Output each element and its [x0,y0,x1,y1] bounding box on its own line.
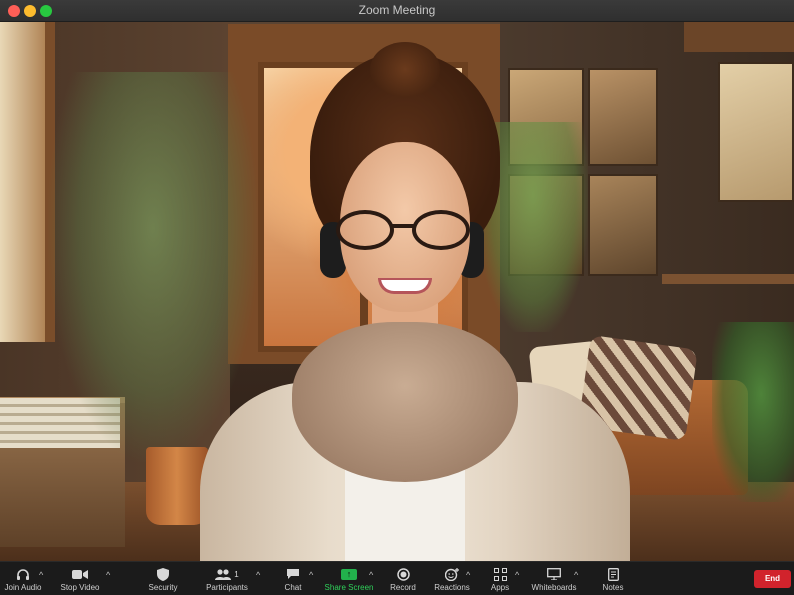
share-arrow-icon: ↑ [341,565,357,583]
background-plant [712,322,794,502]
stop-video-button[interactable]: Stop Video [58,562,102,595]
reactions-options-chevron-icon[interactable]: ^ [466,570,470,580]
apps-icon [493,565,507,583]
participants-options-chevron-icon[interactable]: ^ [256,570,260,580]
reactions-button[interactable]: Reactions [434,562,470,595]
record-button[interactable]: Record [388,562,418,595]
background-shelf-top [684,22,794,52]
chat-button[interactable]: Chat [280,562,306,595]
notes-button[interactable]: Notes [600,562,626,595]
whiteboards-button[interactable]: Whiteboards [532,562,576,595]
title-bar: Zoom Meeting [0,0,794,22]
whiteboard-icon [547,565,561,583]
participants-button[interactable]: 1 Participants [206,562,248,595]
wall-art [718,62,794,202]
plant-pot [146,447,208,525]
participant-video [200,42,630,561]
smiley-plus-icon [444,565,460,583]
participant-glasses [336,210,472,250]
shield-icon [157,565,169,583]
headphones-icon [16,565,30,583]
video-feed [0,22,794,561]
security-button[interactable]: Security [146,562,180,595]
meeting-toolbar: Join Audio ^ Stop Video ^ Security 1 Par… [0,561,794,595]
background-shelf [662,274,794,284]
participant-smile [378,278,432,294]
whiteboards-options-chevron-icon[interactable]: ^ [574,570,578,580]
participant-hair-bun [370,42,440,97]
join-audio-options-chevron-icon[interactable]: ^ [39,570,43,580]
share-options-chevron-icon[interactable]: ^ [369,570,373,580]
participant-scarf [292,322,518,482]
glasses-lens [412,210,470,250]
apps-options-chevron-icon[interactable]: ^ [515,570,519,580]
video-options-chevron-icon[interactable]: ^ [106,570,110,580]
people-icon: 1 [215,565,239,583]
apps-button[interactable]: Apps [487,562,513,595]
chat-options-chevron-icon[interactable]: ^ [309,570,313,580]
video-camera-icon [72,565,88,583]
join-audio-button[interactable]: Join Audio [2,562,44,595]
window-title: Zoom Meeting [358,3,436,17]
participants-count: 1 [234,569,239,579]
share-screen-button[interactable]: ↑ Share Screen [325,562,373,595]
chat-bubble-icon [286,565,300,583]
record-icon [396,565,410,583]
end-meeting-button[interactable]: End [754,570,791,588]
background-window-left [0,22,55,342]
notes-icon [607,565,619,583]
glasses-lens [336,210,394,250]
